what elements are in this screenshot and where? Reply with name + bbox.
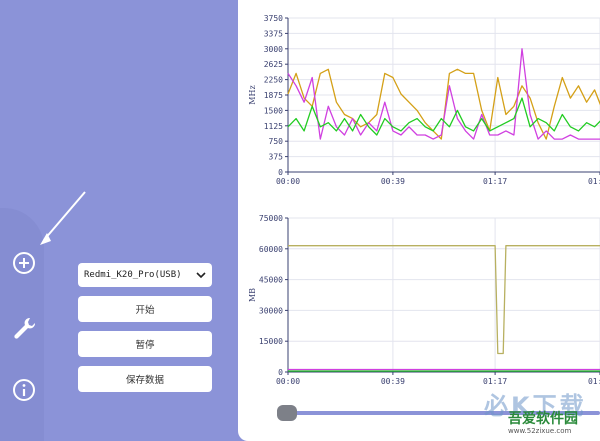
x-tick-label: 01:17 — [483, 377, 507, 386]
y-axis-title: MB — [248, 288, 257, 302]
save-data-button[interactable]: 保存数据 — [78, 366, 212, 392]
y-tick-label: 0 — [278, 368, 283, 377]
x-tick-label: 01:56 — [588, 177, 600, 186]
settings-button[interactable] — [6, 310, 42, 346]
y-tick-label: 3375 — [264, 29, 283, 38]
time-slider-handle[interactable] — [277, 405, 297, 421]
chevron-down-icon — [196, 272, 206, 279]
y-tick-label: 2250 — [264, 76, 283, 85]
x-tick-label: 00:00 — [276, 177, 300, 186]
x-tick-label: 01:56 — [588, 377, 600, 386]
y-tick-label: 75000 — [259, 214, 283, 223]
y-tick-label: 15000 — [259, 337, 283, 346]
y-tick-label: 1500 — [264, 106, 283, 115]
info-button[interactable] — [6, 372, 42, 408]
x-tick-label: 01:17 — [483, 177, 507, 186]
device-select-value: Redmi_K20_Pro(USB) — [84, 270, 182, 280]
start-button[interactable]: 开始 — [78, 296, 212, 322]
y-tick-label: 1125 — [264, 122, 283, 131]
y-tick-label: 375 — [269, 153, 284, 162]
device-select[interactable]: Redmi_K20_Pro(USB) — [78, 263, 212, 287]
control-panel: Redmi_K20_Pro(USB) 开始 暂停 保存数据 — [78, 263, 212, 392]
wrench-icon — [14, 317, 36, 339]
y-tick-label: 30000 — [259, 306, 283, 315]
y-tick-label: 1875 — [264, 91, 283, 100]
x-tick-label: 00:39 — [381, 177, 405, 186]
series-line-0 — [288, 245, 600, 355]
y-tick-label: 45000 — [259, 276, 283, 285]
annotation-arrow — [40, 191, 86, 245]
chart-panel: 0 375 750 1125 1500 1875 2250 2625 3000 3375 3750 0… — [238, 0, 600, 441]
x-tick-label: 00:00 — [276, 377, 300, 386]
x-tick-label: 00:39 — [381, 377, 405, 386]
charts-svg: 0 375 750 1125 1500 1875 2250 2625 3000 3375 3750 0… — [248, 14, 600, 386]
y-axis-title: MHz — [248, 85, 257, 104]
y-tick-label: 2625 — [264, 60, 283, 69]
pause-button[interactable]: 暂停 — [78, 331, 212, 357]
y-tick-label: 0 — [278, 168, 283, 177]
watermark-logo: 必K下载 吾爱软件园 www.52zixue.com — [484, 392, 587, 435]
y-tick-label: 3000 — [264, 45, 283, 54]
plus-circle-icon — [13, 252, 35, 274]
add-device-button[interactable] — [6, 245, 42, 281]
y-tick-label: 750 — [269, 137, 284, 146]
y-tick-label: 60000 — [259, 245, 283, 254]
info-circle-icon — [13, 379, 35, 401]
y-tick-label: 3750 — [264, 14, 283, 23]
